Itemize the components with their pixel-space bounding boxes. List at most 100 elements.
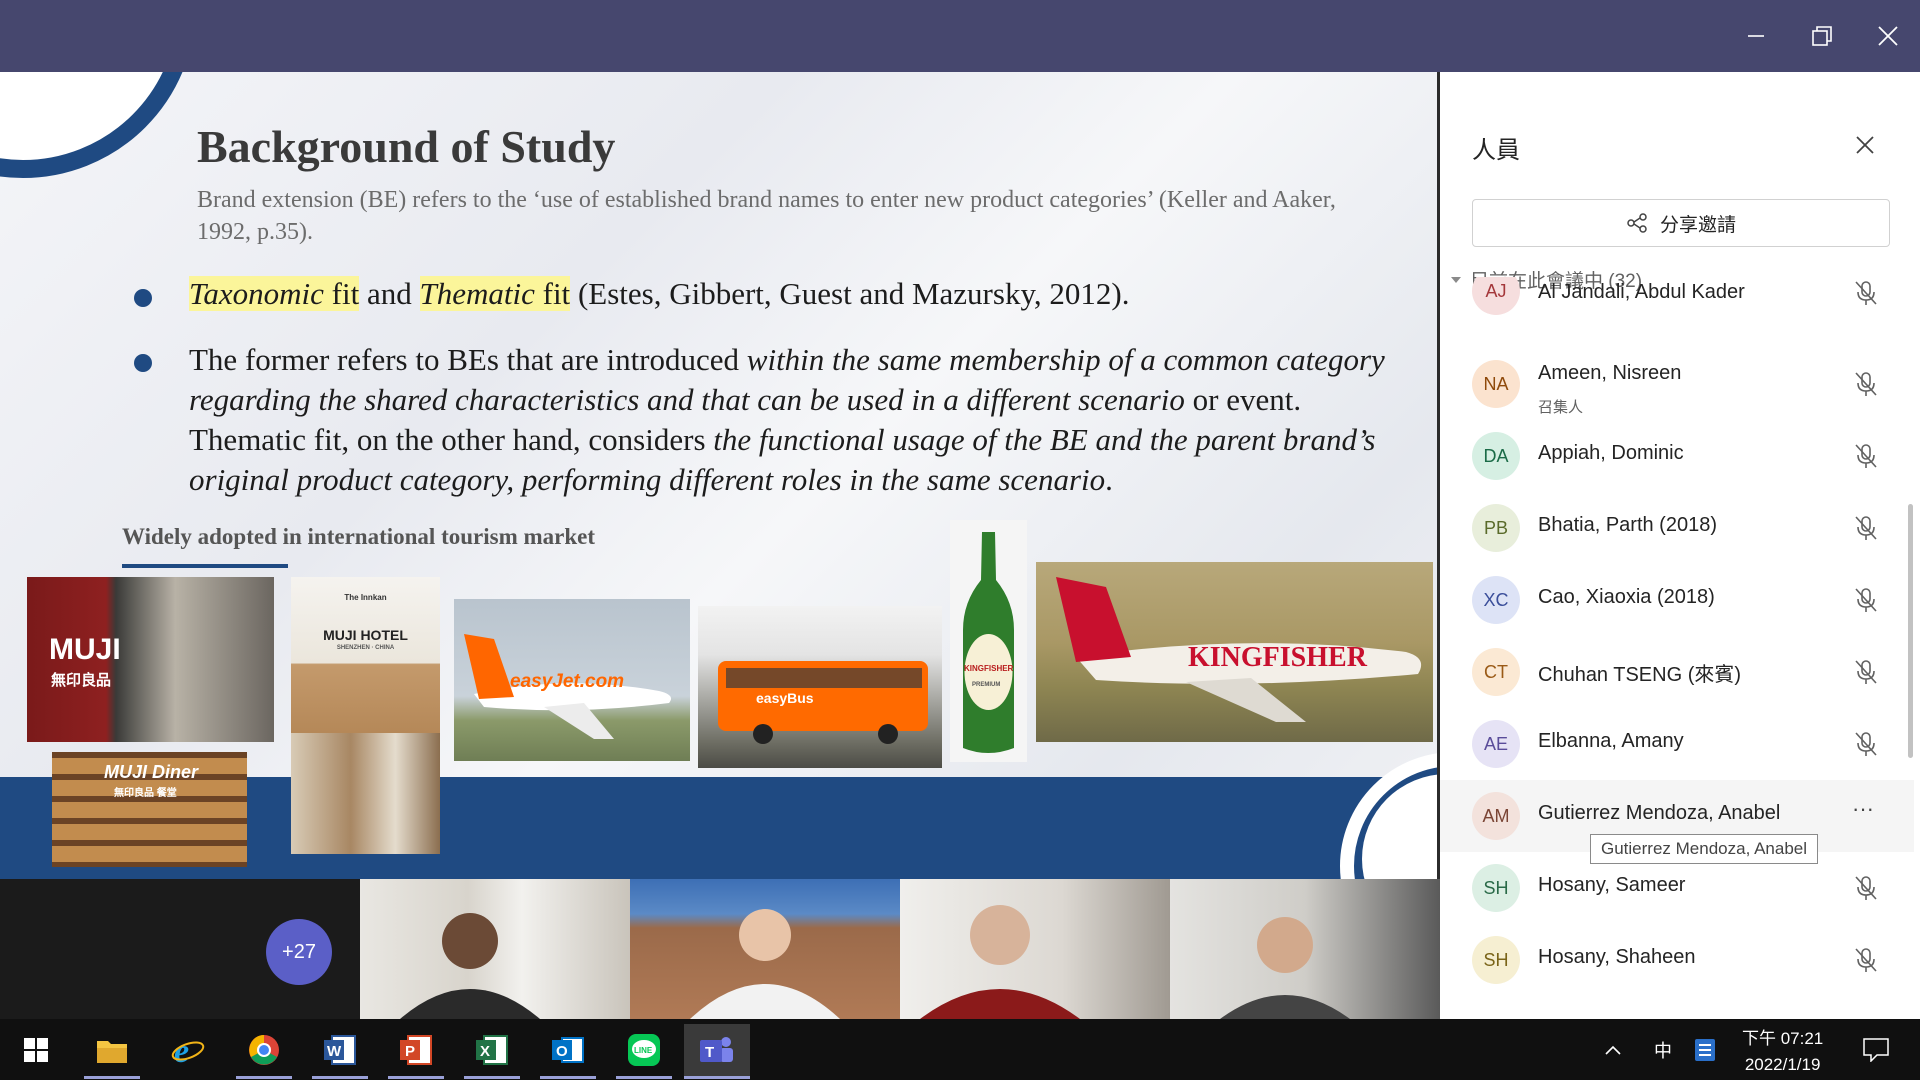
participant-video[interactable] xyxy=(1170,879,1440,1019)
share-invite-button[interactable]: 分享邀請 xyxy=(1472,199,1890,247)
active-indicator xyxy=(236,1076,292,1079)
mic-muted-icon xyxy=(1852,586,1880,614)
participant-avatar: AE xyxy=(1472,720,1520,768)
svg-text:T: T xyxy=(705,1044,714,1061)
teams-icon: T xyxy=(700,1037,733,1062)
muji-hotel-city-text: SHENZHEN · CHINA xyxy=(336,645,395,651)
restore-button[interactable] xyxy=(1794,14,1850,58)
taskbar-line[interactable]: LINE xyxy=(616,1024,672,1076)
participant-video[interactable] xyxy=(900,879,1170,1019)
close-icon xyxy=(1878,26,1898,46)
minimize-icon xyxy=(1748,35,1764,37)
easybus-text: easyBus xyxy=(756,690,814,706)
mic-muted-icon xyxy=(1852,730,1880,758)
taskbar-powerpoint[interactable]: P xyxy=(388,1024,444,1076)
share-invite-label: 分享邀請 xyxy=(1659,214,1736,236)
active-indicator xyxy=(616,1076,672,1079)
participant-video[interactable] xyxy=(630,879,900,1019)
line-icon: LINE xyxy=(628,1034,660,1066)
participant-row[interactable]: XC Cao, Xiaoxia (2018) xyxy=(1440,564,1914,636)
keyboard-tray-button[interactable] xyxy=(1690,1024,1720,1076)
participant-avatar: NA xyxy=(1472,360,1520,408)
participant-row[interactable]: DA Appiah, Dominic xyxy=(1440,420,1914,492)
participant-row[interactable]: CT Chuhan TSENG (來賓) xyxy=(1440,636,1914,708)
participant-row[interactable]: SH Hosany, Shaheen xyxy=(1440,924,1914,996)
notification-icon xyxy=(1863,1038,1889,1062)
participant-avatar: SH xyxy=(1472,864,1520,912)
participant-name: Gutierrez Mendoza, Anabel xyxy=(1538,802,1781,824)
participant-row[interactable]: PB Bhatia, Parth (2018) xyxy=(1440,492,1914,564)
start-button[interactable] xyxy=(8,1024,64,1076)
easybus-shape xyxy=(718,661,928,744)
participant-row[interactable]: AJ Al Jandali, Abdul Kader xyxy=(1440,277,1914,315)
participant-row[interactable]: AE Elbanna, Amany xyxy=(1440,708,1914,780)
fit-word: fit xyxy=(534,276,571,311)
participant-tooltip: Gutierrez Mendoza, Anabel xyxy=(1590,834,1819,864)
kingfisher-premium-text: PREMIUM xyxy=(972,682,1001,688)
easyjet-text: easyJet.com xyxy=(510,671,625,692)
participant-avatar: PB xyxy=(1472,504,1520,552)
participant-role: 召集人 xyxy=(1538,399,1584,416)
muji-diner-text: MUJI Diner xyxy=(104,762,199,782)
person-silhouette xyxy=(690,909,840,1019)
fit-word: fit xyxy=(323,276,360,311)
word-icon: W xyxy=(324,1035,356,1065)
minimize-button[interactable] xyxy=(1728,14,1784,58)
panel-scrollbar[interactable] xyxy=(1908,504,1913,758)
kingfisher-beer-image: KINGFISHER PREMIUM xyxy=(950,520,1027,762)
muji-store-image: MUJI 無印良品 xyxy=(27,577,274,742)
active-indicator xyxy=(312,1076,368,1079)
mic-muted-icon xyxy=(1852,442,1880,470)
mic-muted-icon xyxy=(1852,370,1880,398)
notifications-button[interactable] xyxy=(1856,1024,1896,1076)
active-indicator xyxy=(84,1076,140,1079)
chevron-up-icon xyxy=(1605,1045,1621,1055)
muji-cn-text: 無印良品 xyxy=(51,672,112,689)
windows-start-icon xyxy=(24,1038,48,1062)
slide-subheading: Widely adopted in international tourism … xyxy=(122,524,596,549)
close-icon xyxy=(1856,136,1874,154)
muji-hotel-image: The Innkan MUJI HOTEL SHENZHEN · CHINA xyxy=(291,577,440,733)
ime-indicator[interactable]: 中 xyxy=(1650,1024,1676,1076)
participant-row[interactable]: NA Ameen, Nisreen 召集人 xyxy=(1440,348,1914,420)
participant-name: Chuhan TSENG (來賓) xyxy=(1538,664,1742,686)
taskbar-file-explorer[interactable] xyxy=(84,1024,140,1076)
close-window-button[interactable] xyxy=(1860,14,1916,58)
active-indicator xyxy=(684,1076,750,1079)
mic-muted-icon xyxy=(1852,514,1880,542)
taskbar-outlook[interactable]: O xyxy=(540,1024,596,1076)
taskbar-word[interactable]: W xyxy=(312,1024,368,1076)
taskbar-excel[interactable]: X xyxy=(464,1024,520,1076)
more-options-button[interactable]: ··· xyxy=(1852,796,1880,824)
taskbar-clock[interactable]: 下午 07:21 2022/1/19 xyxy=(1742,1026,1823,1078)
decorative-circle xyxy=(0,72,196,178)
participant-name: Appiah, Dominic xyxy=(1538,442,1684,464)
svg-text:LINE: LINE xyxy=(634,1046,653,1055)
participant-name: Hosany, Sameer xyxy=(1538,874,1686,896)
active-indicator xyxy=(464,1076,520,1079)
participant-avatar: DA xyxy=(1472,432,1520,480)
easybus-image: easyBus xyxy=(698,606,942,768)
window-title-bar xyxy=(0,0,1920,72)
taskbar-internet-explorer[interactable]: e xyxy=(160,1024,216,1076)
muji-logo-text: MUJI xyxy=(49,633,121,666)
internet-explorer-icon: e xyxy=(171,1033,205,1067)
bullet-1-text: Taxonomic fit and Thematic fit (Estes, G… xyxy=(189,276,1130,312)
participant-name: Bhatia, Parth (2018) xyxy=(1538,514,1717,536)
participant-video[interactable] xyxy=(360,879,630,1019)
svg-text:W: W xyxy=(327,1043,342,1060)
svg-text:X: X xyxy=(480,1043,490,1060)
mic-muted-icon xyxy=(1852,874,1880,902)
panel-close-button[interactable] xyxy=(1850,130,1880,160)
participant-name: Elbanna, Amany xyxy=(1538,730,1684,752)
taskbar-teams[interactable]: T xyxy=(684,1024,750,1076)
more-participants-button[interactable]: +27 xyxy=(266,919,332,985)
show-hidden-icons-button[interactable] xyxy=(1598,1024,1628,1076)
bullet-2-text: The former refers to BEs that are introd… xyxy=(189,340,1389,500)
taskbar-chrome[interactable] xyxy=(236,1024,292,1076)
person-silhouette xyxy=(400,913,540,1019)
citation: (Estes, Gibbert, Guest and Mazursky, 201… xyxy=(570,276,1130,311)
active-indicator xyxy=(540,1076,596,1079)
kingfisher-beer-text: KINGFISHER xyxy=(964,664,1014,673)
share-icon xyxy=(1627,213,1647,233)
